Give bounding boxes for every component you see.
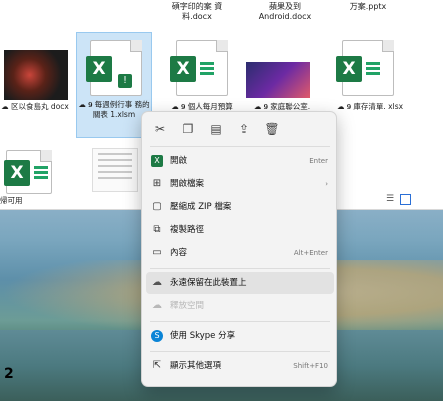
excel-grid-icon: [200, 62, 214, 76]
menu-item-properties[interactable]: ▭ 內容 Alt+Enter: [146, 242, 334, 264]
excel-logo-icon: X: [170, 56, 196, 82]
cloud-free-icon: ☁: [152, 300, 162, 311]
more-options-icon: ⇱: [152, 360, 162, 371]
excel-logo-icon: X: [4, 160, 30, 186]
menu-divider: [150, 268, 330, 269]
properties-icon: ▭: [152, 247, 162, 258]
file-thumbnail-document[interactable]: [92, 148, 138, 192]
share-icon[interactable]: ⇪: [236, 121, 252, 137]
cloud-icon: ☁ 𝟗: [253, 102, 268, 111]
copy-icon[interactable]: ❐: [180, 121, 196, 137]
delete-icon[interactable]: 🗑: [264, 121, 280, 137]
menu-divider: [150, 321, 330, 322]
file-name-top-a[interactable]: 碩字印的案 資料.docx: [162, 2, 232, 22]
menu-item-compress-zip[interactable]: ▢ 壓縮成 ZIP 檔案: [146, 196, 334, 218]
menu-item-copy-path[interactable]: ⧉ 複製路徑: [146, 219, 334, 241]
file-label[interactable]: ☁ 区以食島丸 docx: [0, 102, 70, 112]
file-label[interactable]: 帰可用: [0, 196, 50, 206]
context-menu: ✂ ❐ ▤ ⇪ 🗑 X 開啟 Enter ⊞ 開啟檔案 › ▢ 壓縮成 ZIP …: [141, 111, 337, 387]
menu-divider: [150, 351, 330, 352]
context-menu-toolbar: ✂ ❐ ▤ ⇪ 🗑: [142, 112, 338, 146]
open-with-icon: ⊞: [152, 178, 162, 189]
excel-icon: X: [151, 155, 163, 167]
cloud-icon: ☁ 𝟗: [336, 102, 352, 111]
copy-path-icon: ⧉: [153, 224, 161, 235]
menu-item-skype-share[interactable]: S 使用 Skype 分享: [146, 325, 334, 347]
zip-icon: ▢: [152, 201, 162, 212]
skype-icon: S: [151, 330, 163, 342]
chevron-right-icon: ›: [325, 180, 328, 188]
menu-item-open[interactable]: X 開啟 Enter: [146, 150, 334, 172]
menu-item-more-options[interactable]: ⇱ 顯示其他選項 Shift+F10: [146, 355, 334, 377]
menu-item-open-with[interactable]: ⊞ 開啟檔案 ›: [146, 173, 334, 195]
cloud-icon: ☁ 𝟗: [78, 100, 93, 109]
cloud-icon: ☁ 𝟗: [171, 102, 186, 111]
details-view-icon[interactable]: ☰: [386, 194, 394, 204]
file-thumbnail-presentation[interactable]: [246, 62, 310, 98]
large-icons-view-icon[interactable]: [400, 194, 411, 205]
step-label: 2: [4, 366, 14, 382]
excel-logo-icon: X: [86, 56, 112, 82]
macro-exclamation-icon: !: [118, 74, 132, 88]
file-name-top-b[interactable]: 蘋果及到 Android.docx: [250, 2, 320, 22]
file-thumbnail-photo[interactable]: [4, 50, 68, 100]
cut-icon[interactable]: ✂: [152, 121, 168, 137]
excel-logo-icon: X: [336, 56, 362, 82]
file-label[interactable]: ☁ 𝟗 庫存清單. xlsx: [332, 102, 408, 112]
file-label[interactable]: ☁ 𝟗 每週例行事 務的關表 1.xlsm: [78, 100, 150, 120]
menu-divider: [150, 146, 330, 147]
menu-item-free-space[interactable]: ☁ 釋放空間: [146, 295, 334, 317]
excel-grid-icon: [34, 166, 48, 180]
rename-icon[interactable]: ▤: [208, 121, 224, 137]
menu-item-always-keep[interactable]: ☁ 永遠保留在此裝置上: [146, 272, 334, 294]
cloud-keep-icon: ☁: [152, 277, 162, 288]
file-name-top-c[interactable]: 万案.pptx: [338, 2, 398, 12]
excel-grid-icon: [366, 62, 380, 76]
cloud-icon: ☁: [1, 102, 9, 111]
